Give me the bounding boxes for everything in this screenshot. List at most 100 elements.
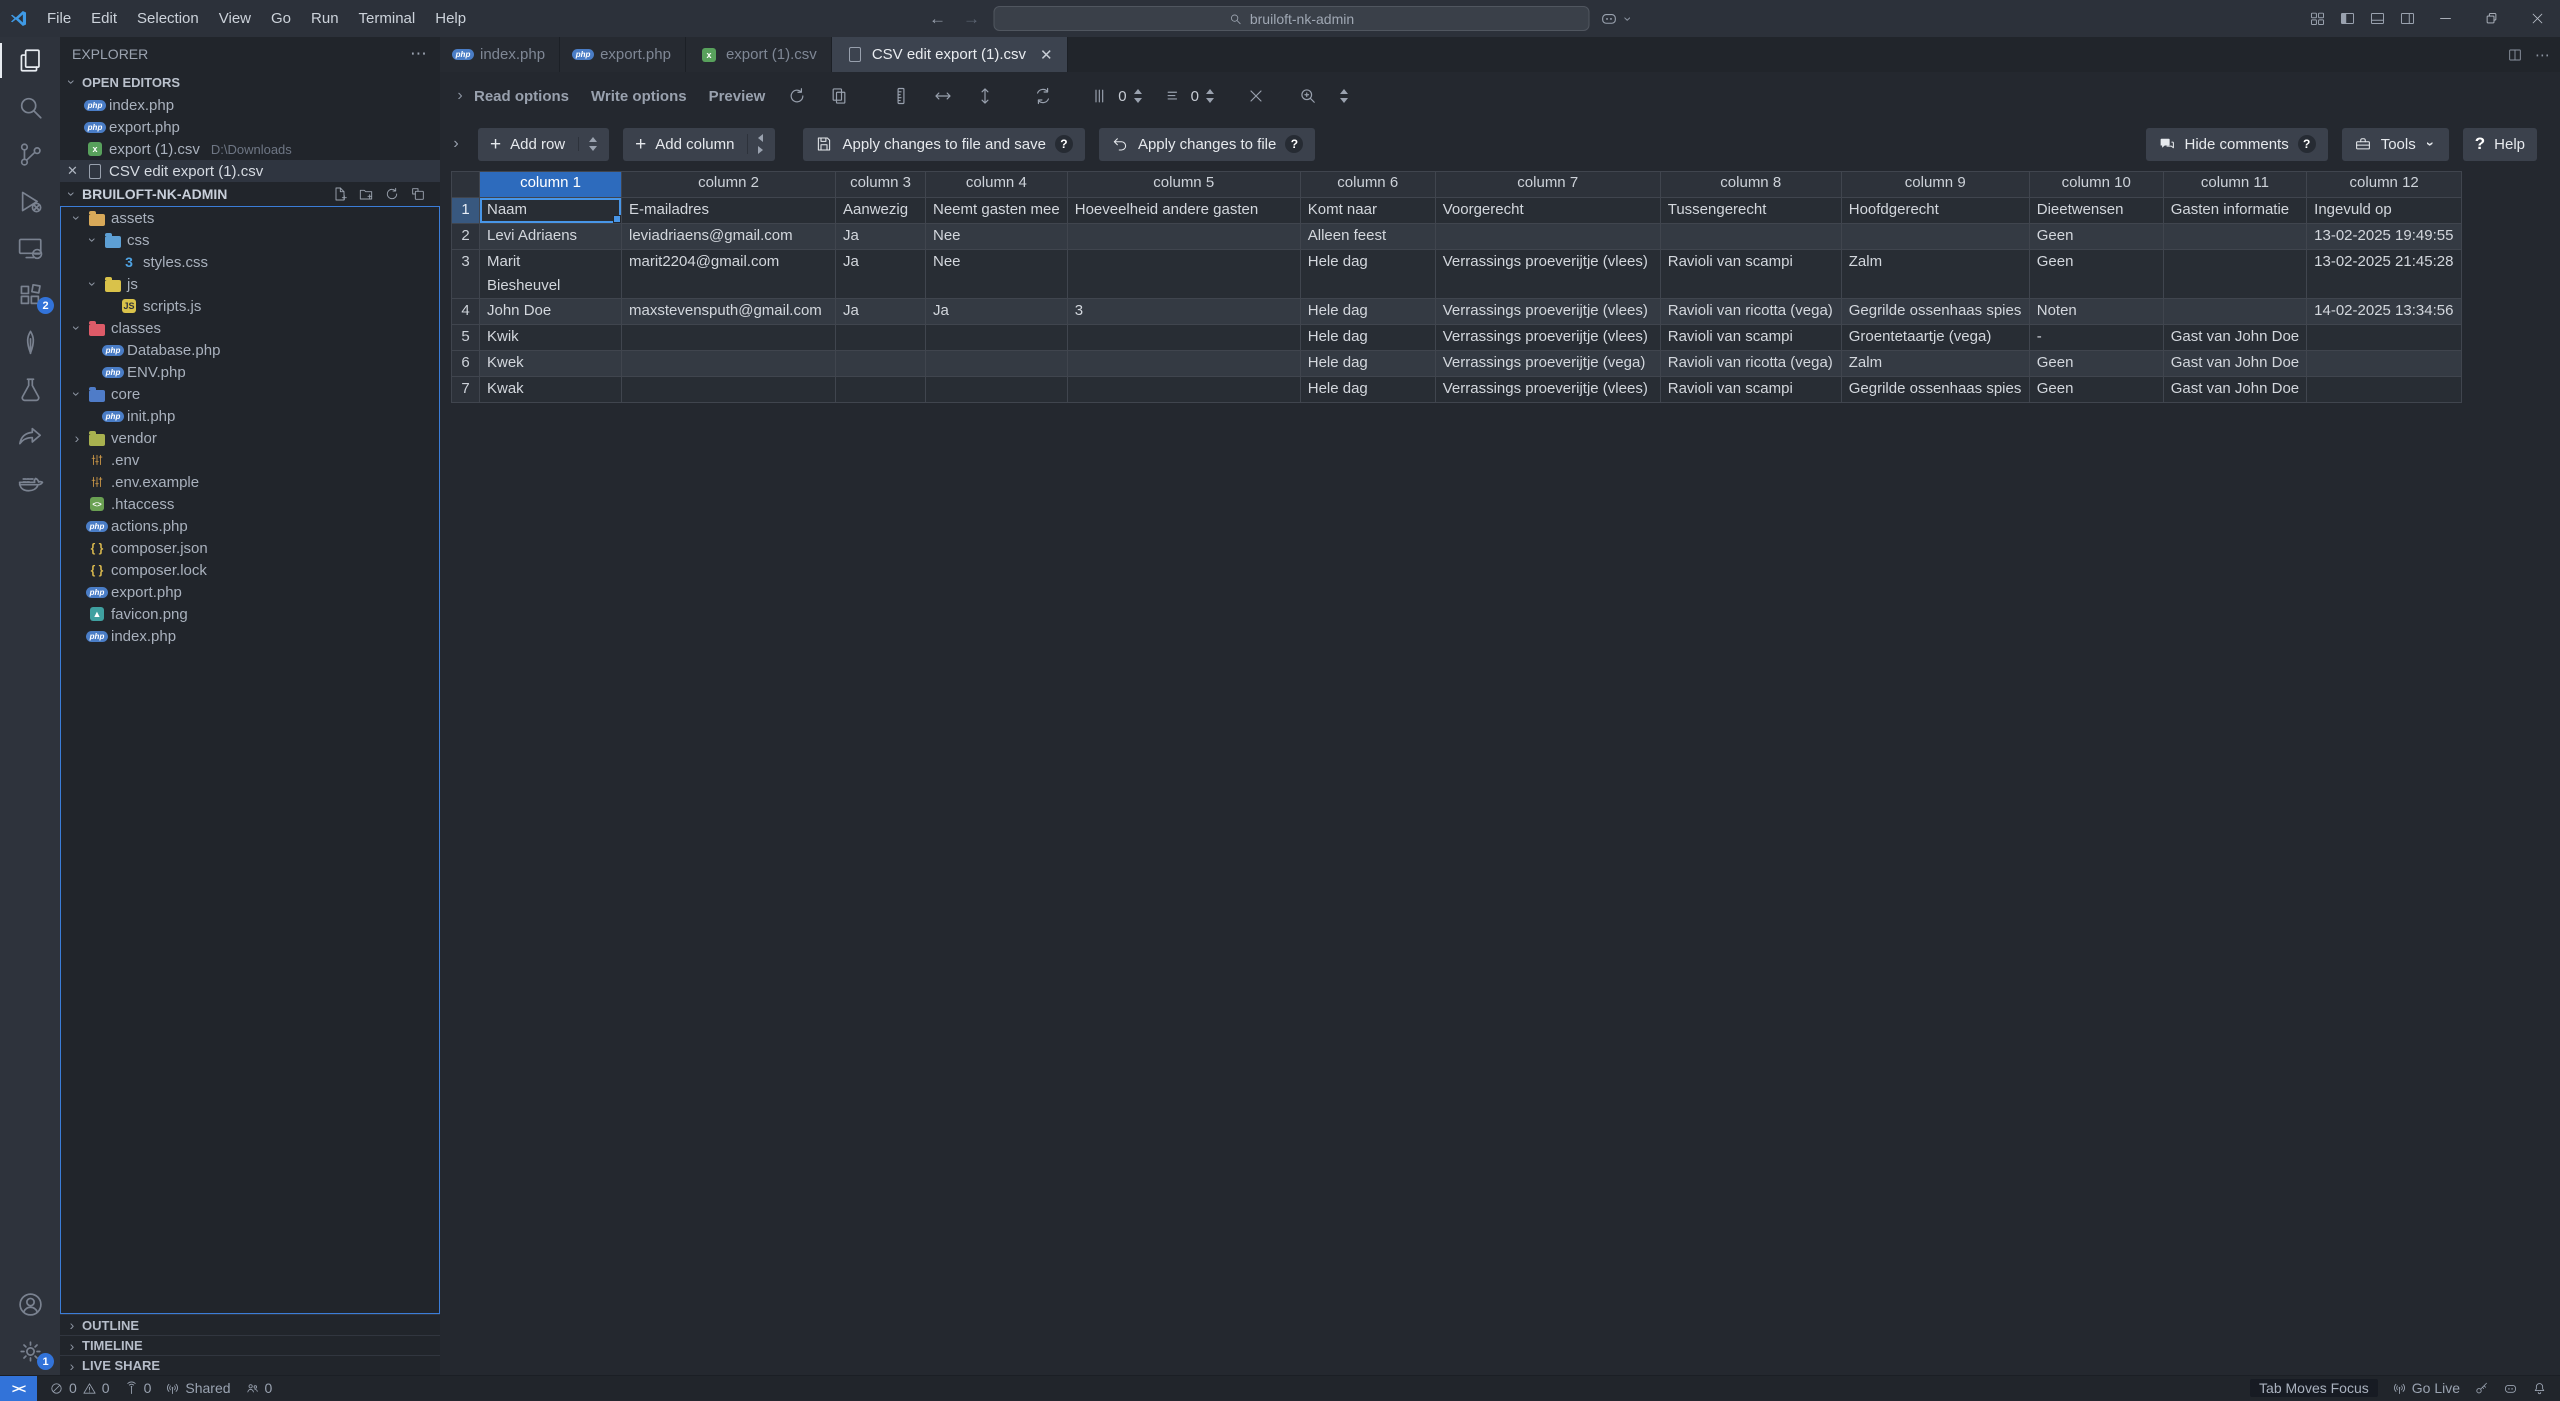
column-header[interactable]: column 8: [1660, 172, 1841, 198]
tab-index-php[interactable]: phpindex.php: [440, 37, 560, 72]
grid-cell[interactable]: [1660, 224, 1841, 250]
grid-cell[interactable]: Zalm: [1841, 351, 2029, 377]
grid-cell[interactable]: 14-02-2025 13:34:56: [2307, 299, 2462, 325]
grid-cell[interactable]: Geen: [2029, 250, 2163, 299]
grid-cell[interactable]: 3: [1067, 299, 1300, 325]
split-editor-icon[interactable]: [2507, 47, 2523, 63]
grid-cell[interactable]: Aanwezig: [836, 198, 926, 224]
toggle-primary-sidebar-icon[interactable]: [2332, 0, 2362, 37]
reload-file-icon[interactable]: [787, 86, 807, 106]
grid-cell[interactable]: [1067, 224, 1300, 250]
grid-cell[interactable]: [926, 325, 1068, 351]
tools-button[interactable]: Tools ›: [2342, 128, 2449, 161]
chevron-right-icon[interactable]: ›: [450, 135, 462, 153]
grid-corner[interactable]: [452, 172, 480, 198]
collapse-folders-icon[interactable]: [410, 186, 426, 202]
zoom-reset-icon[interactable]: [1298, 86, 1318, 106]
tree-item-export-php[interactable]: phpexport.php: [61, 581, 439, 603]
toggle-panel-icon[interactable]: [2362, 0, 2392, 37]
activity-share[interactable]: [0, 413, 60, 460]
help-badge-icon[interactable]: ?: [2298, 135, 2316, 153]
activity-remote-explorer[interactable]: [0, 225, 60, 272]
grid-cell[interactable]: Nee: [926, 250, 1068, 299]
open-editors-section[interactable]: › OPEN EDITORS: [60, 70, 440, 94]
restore-button[interactable]: [2468, 0, 2514, 37]
grid-cell[interactable]: Alleen feest: [1300, 224, 1435, 250]
grid-cell[interactable]: [2307, 325, 2462, 351]
tree-item-database-php[interactable]: phpDatabase.php: [61, 339, 439, 361]
activity-search[interactable]: [0, 84, 60, 131]
apply-button[interactable]: Apply changes to file ?: [1099, 128, 1315, 161]
tree-item-css[interactable]: ›css: [61, 229, 439, 251]
trim-whitespace-icon[interactable]: [1246, 86, 1266, 106]
grid-cell[interactable]: Geen: [2029, 224, 2163, 250]
close-icon[interactable]: ✕: [1040, 46, 1053, 64]
hide-comments-button[interactable]: Hide comments ?: [2146, 128, 2328, 161]
grid-cell[interactable]: Hele dag: [1300, 351, 1435, 377]
column-header[interactable]: column 6: [1300, 172, 1435, 198]
apply-save-button[interactable]: Apply changes to file and save ?: [803, 128, 1084, 161]
grid-cell[interactable]: [1067, 250, 1300, 299]
close-button[interactable]: [2514, 0, 2560, 37]
grid-cell[interactable]: Gegrilde ossenhaas spies: [1841, 377, 2029, 403]
grid-cell[interactable]: Ja: [836, 224, 926, 250]
copilot-status[interactable]: [2496, 1376, 2525, 1400]
tree-item-scripts-js[interactable]: JSscripts.js: [61, 295, 439, 317]
fixed-columns-stepper[interactable]: [1134, 89, 1142, 103]
add-row-position-stepper[interactable]: [578, 137, 597, 151]
grid-cell[interactable]: Zalm: [1841, 250, 2029, 299]
add-row-button[interactable]: + Add row: [478, 128, 609, 161]
grid-cell[interactable]: Hoeveelheid andere gasten: [1067, 198, 1300, 224]
add-column-button[interactable]: + Add column: [623, 128, 775, 161]
grid-cell[interactable]: [622, 325, 836, 351]
tree-item--htaccess[interactable]: <>.htaccess: [61, 493, 439, 515]
resize-rows-icon[interactable]: [975, 86, 995, 106]
tree-item-classes[interactable]: ›classes: [61, 317, 439, 339]
grid-cell[interactable]: Ravioli van ricotta (vega): [1660, 351, 1841, 377]
grid-cell[interactable]: [2307, 351, 2462, 377]
grid-cell[interactable]: Kwak: [480, 377, 622, 403]
column-header[interactable]: column 2: [622, 172, 836, 198]
activity-files[interactable]: [0, 37, 60, 84]
help-badge-icon[interactable]: ?: [1285, 135, 1303, 153]
grid-cell[interactable]: [836, 377, 926, 403]
copilot-menu[interactable]: ›: [1600, 9, 1635, 28]
grid-cell[interactable]: [2163, 250, 2306, 299]
grid-cell[interactable]: [926, 377, 1068, 403]
tree-item-index-php[interactable]: phpindex.php: [61, 625, 439, 647]
customize-layout-icon[interactable]: [2302, 0, 2332, 37]
tree-item-vendor[interactable]: ›vendor: [61, 427, 439, 449]
column-header[interactable]: column 10: [2029, 172, 2163, 198]
grid-cell[interactable]: Hele dag: [1300, 299, 1435, 325]
history-back-icon[interactable]: ←: [926, 9, 950, 29]
close-icon[interactable]: ✕: [67, 163, 81, 179]
tree-item-composer-lock[interactable]: { }composer.lock: [61, 559, 439, 581]
grid-cell[interactable]: Ravioli van scampi: [1660, 377, 1841, 403]
grid-cell[interactable]: [836, 351, 926, 377]
grid-cell[interactable]: [926, 351, 1068, 377]
grid-cell[interactable]: Ja: [926, 299, 1068, 325]
history-forward-icon[interactable]: →: [960, 9, 984, 29]
tree-item--env[interactable]: .env: [61, 449, 439, 471]
grid-cell[interactable]: [2307, 377, 2462, 403]
tree-item-js[interactable]: ›js: [61, 273, 439, 295]
grid-cell[interactable]: Naam: [480, 198, 622, 224]
grid-cell[interactable]: [2163, 224, 2306, 250]
tab-export-php[interactable]: phpexport.php: [560, 37, 686, 72]
activity-testing[interactable]: [0, 366, 60, 413]
menu-selection[interactable]: Selection: [127, 0, 209, 37]
grid-cell[interactable]: Verrassings proeverijtje (vlees): [1435, 250, 1660, 299]
column-header[interactable]: column 5: [1067, 172, 1300, 198]
menu-edit[interactable]: Edit: [81, 0, 127, 37]
tab-csv-edit-export-1-csv[interactable]: CSV edit export (1).csv✕: [832, 37, 1068, 72]
open-editor-item[interactable]: phpexport.php: [60, 116, 440, 138]
tree-item-favicon-png[interactable]: ▲favicon.png: [61, 603, 439, 625]
grid-cell[interactable]: Gast van John Doe: [2163, 351, 2306, 377]
grid-cell[interactable]: Gast van John Doe: [2163, 325, 2306, 351]
grid-cell[interactable]: Kwik: [480, 325, 622, 351]
column-header[interactable]: column 9: [1841, 172, 2029, 198]
open-editor-item[interactable]: ✕CSV edit export (1).csv: [60, 160, 440, 182]
grid-cell[interactable]: [1435, 224, 1660, 250]
grid-cell[interactable]: [622, 351, 836, 377]
tree-item-core[interactable]: ›core: [61, 383, 439, 405]
